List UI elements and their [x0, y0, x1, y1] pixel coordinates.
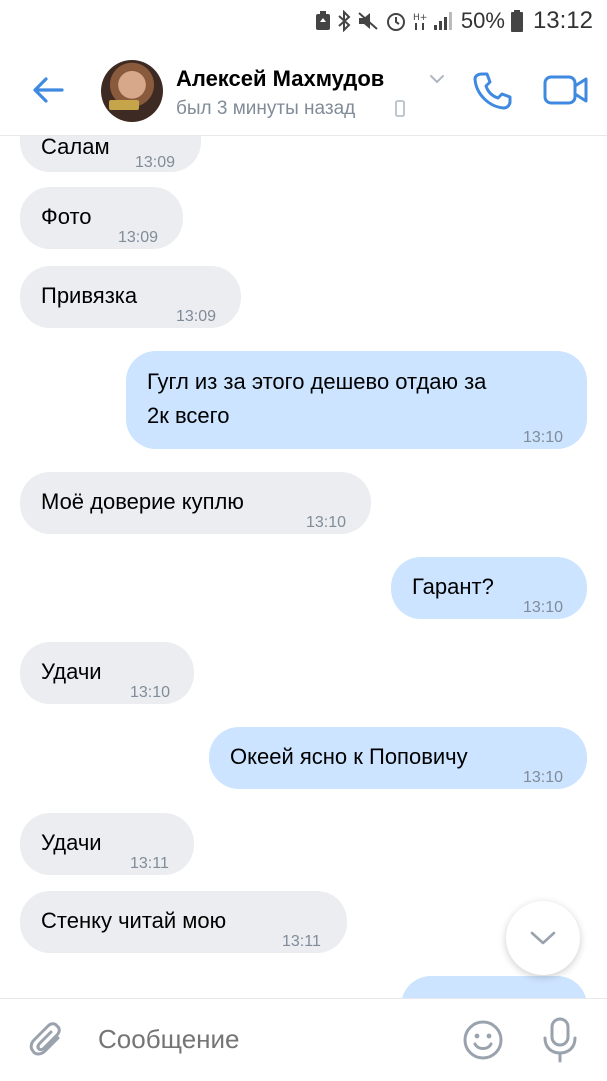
message-bubble-incoming[interactable]: Удачи 13:10 [20, 642, 194, 704]
message-text: Океей ясно к Поповичу [230, 744, 468, 769]
message-bubble-incoming[interactable]: Салам 13:09 [20, 136, 201, 172]
message-time: 13:10 [523, 429, 564, 446]
message-text: Гарант? [412, 574, 494, 599]
status-time: 13:12 [532, 7, 593, 34]
avatar[interactable] [101, 60, 163, 122]
message-text: Моё доверие куплю [41, 489, 244, 514]
message-text: Стенку читай мою [41, 908, 227, 933]
message-time: 13:10 [130, 684, 171, 701]
bluetooth-icon [338, 10, 351, 32]
message-time: 13:09 [118, 229, 159, 246]
paperclip-icon[interactable] [28, 1021, 68, 1061]
message-text: Удачи [41, 659, 102, 684]
battery-icon [510, 10, 523, 32]
chat-header: Алексей Махмудов был 3 минуты назад [0, 40, 607, 136]
chevron-down-icon [530, 931, 556, 945]
message-time: 13:10 [523, 769, 564, 786]
message-bubble-incoming[interactable]: Стенку читай мою 13:11 [20, 891, 347, 953]
message-text: Привязка [41, 283, 138, 308]
message-input[interactable] [96, 1023, 430, 1056]
video-call-icon[interactable] [543, 72, 589, 108]
message-bubble-incoming[interactable]: Моё доверие куплю 13:10 [20, 472, 371, 534]
signal-icon [433, 12, 452, 30]
alarm-icon [386, 13, 405, 31]
message-bubble-outgoing[interactable] [401, 976, 587, 998]
message-bubble-outgoing[interactable]: Океей ясно к Поповичу 13:10 [209, 727, 587, 789]
battery-percent: 50% [460, 8, 505, 33]
message-text: Салам [41, 136, 110, 159]
status-icons: H+ 50% 13:12 [315, 6, 593, 36]
message-list[interactable]: Салам 13:09 Фото 13:09 Привязка 13:09 Гу… [0, 136, 607, 998]
svg-text:H+: H+ [413, 13, 427, 23]
message-text: Фото [41, 204, 92, 229]
phone-call-icon[interactable] [470, 68, 514, 112]
message-text-line-1: Гугл из за этого дешево отдаю за [147, 369, 487, 394]
message-text: Удачи [41, 830, 102, 855]
message-bubble-outgoing[interactable]: Гугл из за этого дешево отдаю за 2к всег… [126, 351, 587, 449]
chevron-down-icon[interactable] [428, 72, 446, 86]
message-bubble-incoming[interactable]: Фото 13:09 [20, 187, 183, 249]
last-seen-status: был 3 минуты назад [176, 98, 356, 119]
message-time: 13:10 [306, 514, 347, 531]
mobile-device-icon [395, 100, 405, 117]
message-text-line-2: 2к всего [147, 403, 230, 428]
network-icon: H+ [413, 13, 427, 30]
message-composer [0, 998, 607, 1081]
scroll-to-bottom-button[interactable] [506, 901, 580, 975]
storage-icon [315, 11, 330, 30]
message-time: 13:10 [523, 599, 564, 616]
status-bar: H+ 50% 13:12 [0, 0, 607, 40]
message-bubble-incoming[interactable]: Удачи 13:11 [20, 813, 194, 875]
emoji-smile-icon[interactable] [462, 1019, 504, 1061]
back-arrow-icon[interactable] [28, 70, 68, 110]
contact-name[interactable]: Алексей Махмудов [176, 66, 384, 92]
mute-icon [358, 12, 378, 30]
message-time: 13:09 [135, 154, 176, 171]
message-bubble-incoming[interactable]: Привязка 13:09 [20, 266, 241, 328]
message-bubble-outgoing[interactable]: Гарант? 13:10 [391, 557, 587, 619]
message-time: 13:11 [130, 855, 169, 872]
message-time: 13:11 [282, 933, 321, 950]
microphone-icon[interactable] [541, 1017, 579, 1063]
message-time: 13:09 [176, 308, 217, 325]
